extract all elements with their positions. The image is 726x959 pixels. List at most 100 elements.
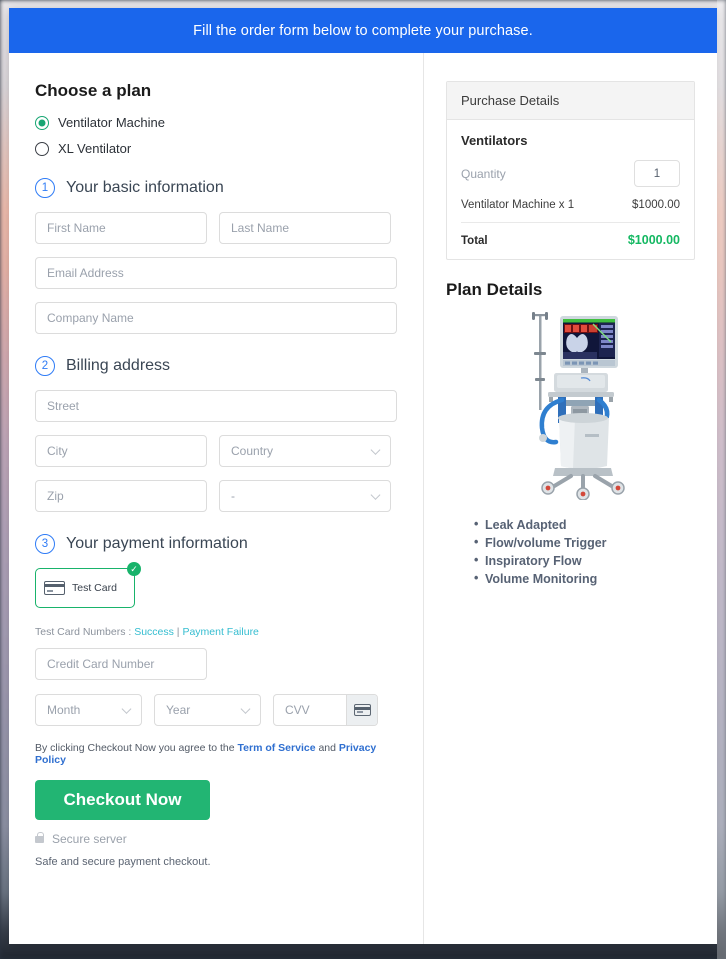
city-placeholder: City: [47, 444, 68, 458]
last-name-placeholder: Last Name: [231, 221, 290, 235]
purchase-details-title: Purchase Details: [447, 82, 694, 120]
test-card-numbers-prefix: Test Card Numbers :: [35, 626, 135, 638]
year-select[interactable]: Year: [154, 694, 261, 726]
step-number-badge: 3: [35, 534, 55, 554]
zip-placeholder: Zip: [47, 489, 64, 503]
order-form-column: Choose a plan Ventilator Machine XL Vent…: [9, 53, 424, 944]
step-number-badge: 1: [35, 178, 55, 198]
terms-text: By clicking Checkout Now you agree to th…: [35, 742, 397, 766]
email-input[interactable]: Email Address: [35, 257, 397, 289]
state-select[interactable]: -: [219, 480, 391, 512]
test-card-numbers-row: Test Card Numbers : Success | Payment Fa…: [35, 626, 397, 638]
cvv-input[interactable]: CVV: [273, 694, 378, 726]
chevron-down-icon: [121, 704, 132, 714]
vertical-scrollbar[interactable]: [717, 0, 726, 959]
radio-unselected-icon[interactable]: [35, 141, 49, 156]
step-3-header: 3 Your payment information: [35, 534, 397, 554]
last-name-input[interactable]: Last Name: [219, 212, 391, 244]
email-placeholder: Email Address: [47, 266, 124, 280]
step-title: Your basic information: [66, 179, 224, 196]
credit-card-number-input[interactable]: Credit Card Number: [35, 648, 207, 680]
month-select[interactable]: Month: [35, 694, 142, 726]
success-test-number-link[interactable]: Success: [134, 626, 174, 638]
line-item-price: $1000.00: [632, 199, 680, 211]
step-title: Your payment information: [66, 535, 248, 552]
plan-features-list: Leak Adapted Flow/volume Trigger Inspira…: [446, 517, 695, 586]
ventilator-machine-image: [531, 312, 625, 500]
credit-card-icon: [44, 581, 65, 595]
secure-server-row: Secure server: [35, 831, 397, 846]
list-item: Leak Adapted: [474, 517, 695, 532]
plan-option-label: XL Ventilator: [58, 141, 132, 156]
list-item: Inspiratory Flow: [474, 553, 695, 568]
checkout-page: Fill the order form below to complete yo…: [9, 8, 717, 944]
terms-prefix: By clicking Checkout Now you agree to th…: [35, 742, 238, 754]
choose-plan-heading: Choose a plan: [35, 81, 152, 100]
quantity-row: Quantity: [461, 160, 680, 187]
zip-state-row: Zip -: [35, 480, 397, 512]
banner: Fill the order form below to complete yo…: [9, 8, 717, 53]
company-row: Company Name: [35, 302, 397, 334]
step-title: Billing address: [66, 357, 171, 374]
street-row: Street: [35, 390, 397, 422]
line-item-row: Ventilator Machine x 1 $1000.00: [461, 199, 680, 211]
month-placeholder: Month: [47, 703, 81, 717]
terms-of-service-link[interactable]: Term of Service: [238, 742, 316, 754]
total-row: Total $1000.00: [461, 233, 680, 247]
line-item-label: Ventilator Machine x 1: [461, 199, 575, 211]
chevron-down-icon: [240, 704, 251, 714]
step-1-header: 1 Your basic information: [35, 178, 397, 198]
banner-message: Fill the order form below to complete yo…: [193, 22, 533, 39]
summary-column: Purchase Details Ventilators Quantity Ve…: [424, 53, 717, 944]
street-placeholder: Street: [47, 399, 80, 413]
list-item: Volume Monitoring: [474, 571, 695, 586]
total-price: $1000.00: [627, 233, 680, 247]
safe-checkout-note: Safe and secure payment checkout.: [35, 856, 211, 868]
country-placeholder: Country: [231, 444, 274, 458]
test-card-option[interactable]: Test Card ✓: [35, 562, 141, 608]
list-item: Flow/volume Trigger: [474, 535, 695, 550]
chevron-down-icon: [370, 490, 381, 500]
cvv-placeholder: CVV: [285, 703, 310, 717]
email-row: Email Address: [35, 257, 397, 289]
quantity-input[interactable]: [634, 160, 680, 187]
plan-details-heading: Plan Details: [446, 280, 543, 299]
check-circle-icon: ✓: [127, 562, 141, 576]
plan-option-label: Ventilator Machine: [58, 115, 165, 130]
step-number-badge: 2: [35, 356, 55, 376]
checkout-now-button[interactable]: Checkout Now: [35, 780, 210, 820]
total-divider: [461, 222, 680, 223]
secure-server-label: Secure server: [52, 832, 127, 846]
company-placeholder: Company Name: [47, 311, 134, 325]
card-number-row: Credit Card Number: [35, 648, 397, 680]
lock-icon: [35, 831, 45, 843]
quantity-label: Quantity: [461, 166, 506, 181]
expiry-cvv-row: Month Year CVV: [35, 694, 397, 726]
plan-option-ventilator-machine[interactable]: Ventilator Machine: [35, 115, 397, 130]
test-card-label: Test Card: [72, 582, 117, 594]
plan-option-xl-ventilator[interactable]: XL Ventilator: [35, 141, 397, 156]
payment-failure-test-number-link[interactable]: Payment Failure: [182, 626, 258, 638]
content-columns: Choose a plan Ventilator Machine XL Vent…: [9, 53, 717, 944]
radio-selected-icon[interactable]: [35, 115, 49, 130]
country-select[interactable]: Country: [219, 435, 391, 467]
street-input[interactable]: Street: [35, 390, 397, 422]
purchase-group-title: Ventilators: [461, 133, 528, 148]
city-country-row: City Country: [35, 435, 397, 467]
name-row: First Name Last Name: [35, 212, 397, 244]
zip-input[interactable]: Zip: [35, 480, 207, 512]
cvv-card-icon: [346, 695, 377, 725]
city-input[interactable]: City: [35, 435, 207, 467]
first-name-input[interactable]: First Name: [35, 212, 207, 244]
chevron-down-icon: [370, 445, 381, 455]
total-label: Total: [461, 235, 488, 247]
purchase-details-panel: Purchase Details Ventilators Quantity Ve…: [446, 81, 695, 260]
terms-middle: and: [315, 742, 339, 754]
year-placeholder: Year: [166, 703, 191, 717]
purchase-details-body: Ventilators Quantity Ventilator Machine …: [447, 120, 694, 259]
credit-card-number-placeholder: Credit Card Number: [47, 657, 155, 671]
state-placeholder: -: [231, 489, 235, 503]
company-name-input[interactable]: Company Name: [35, 302, 397, 334]
step-2-header: 2 Billing address: [35, 356, 397, 376]
first-name-placeholder: First Name: [47, 221, 106, 235]
